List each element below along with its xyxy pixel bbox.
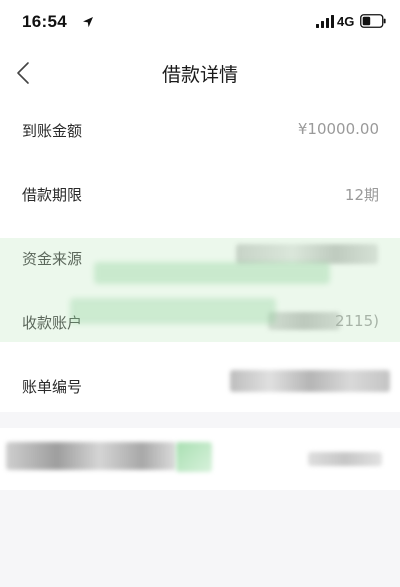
redacted-card-text: [6, 442, 176, 470]
status-time: 16:54: [22, 12, 67, 31]
page-background: [0, 490, 400, 587]
received-amount-row: 到账金额 ¥10000.00: [0, 100, 400, 164]
network-type-label: 4G: [337, 14, 355, 29]
watermark-band: [70, 298, 276, 324]
redacted-card-value: [308, 452, 382, 466]
received-amount-label: 到账金额: [22, 122, 83, 140]
battery-icon: [360, 14, 386, 28]
status-bar: 16:54 4G: [0, 0, 400, 46]
watermark-band: [94, 262, 330, 284]
navigation-bar: 借款详情: [0, 46, 400, 100]
section-gap: [0, 412, 400, 428]
bill-number-row: 账单编号: [0, 356, 400, 414]
watermark-overlay: [0, 238, 400, 342]
loan-term-value: 12期: [344, 186, 379, 204]
redacted-bill-number: [230, 370, 390, 392]
loan-term-label: 借款期限: [22, 186, 83, 204]
cellular-signal-icon: [316, 15, 334, 28]
redacted-info-card: [0, 428, 400, 490]
loan-term-row: 借款期限 12期: [0, 164, 400, 228]
page-title: 借款详情: [161, 64, 238, 86]
bill-number-label: 账单编号: [22, 378, 83, 396]
location-arrow-icon: [83, 17, 93, 28]
redacted-card-badge: [176, 442, 212, 472]
received-amount-value: ¥10000.00: [297, 120, 379, 138]
